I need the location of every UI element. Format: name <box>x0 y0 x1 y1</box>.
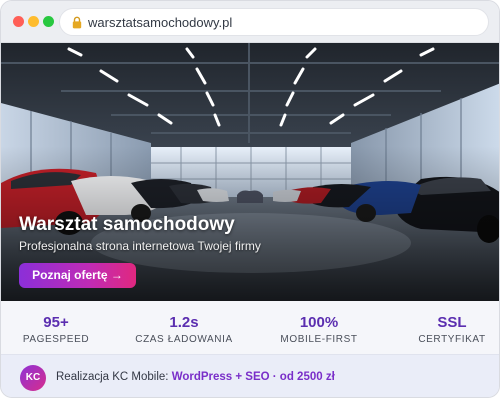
footer-text: Realizacja KC Mobile: WordPress + SEO · … <box>56 371 335 383</box>
stat-label: CERTYFIKAT <box>418 334 486 345</box>
stat-value: 1.2s <box>169 314 199 331</box>
close-window-button[interactable] <box>13 16 24 27</box>
hero-title: Warsztat samochodowy <box>19 214 235 235</box>
stat-value: 95+ <box>43 314 69 331</box>
maximize-window-button[interactable] <box>43 16 54 27</box>
stat-label: PAGESPEED <box>22 334 90 345</box>
url-text: warsztatsamochodowy.pl <box>88 15 233 30</box>
minimize-window-button[interactable] <box>28 16 39 27</box>
stats-bar: 95+ PAGESPEED 1.2s CZAS ŁADOWANIA 100% M… <box>1 301 499 354</box>
stat-label: CZAS ŁADOWANIA <box>135 334 233 345</box>
hero-section: Warsztat samochodowy Profesjonalna stron… <box>1 43 499 301</box>
avatar: KC <box>20 365 46 391</box>
lock-icon <box>72 16 82 29</box>
stat-load-time: 1.2s CZAS ŁADOWANIA <box>129 314 239 345</box>
footer-offer-highlight[interactable]: WordPress + SEO · od 2500 zł <box>172 371 335 383</box>
footer-credit: KC Realizacja KC Mobile: WordPress + SEO… <box>1 354 499 397</box>
hero-subtitle: Profesjonalna strona internetowa Twojej … <box>19 239 261 253</box>
stat-mobile-first: 100% MOBILE-FIRST <box>264 314 374 345</box>
stat-label: MOBILE-FIRST <box>280 334 358 345</box>
offer-cta-button[interactable]: Poznaj ofertę → <box>19 263 136 288</box>
browser-toolbar: warsztatsamochodowy.pl <box>1 1 499 43</box>
stat-value: 100% <box>299 314 339 331</box>
stat-pagespeed: 95+ PAGESPEED <box>1 314 111 345</box>
stat-ssl: SSL CERTYFIKAT <box>397 314 499 345</box>
browser-window: warsztatsamochodowy.pl Warsztat samochod… <box>0 0 500 398</box>
stat-value: SSL <box>437 314 467 331</box>
footer-text-prefix: Realizacja KC Mobile: <box>56 371 172 383</box>
address-bar[interactable]: warsztatsamochodowy.pl <box>59 8 489 36</box>
